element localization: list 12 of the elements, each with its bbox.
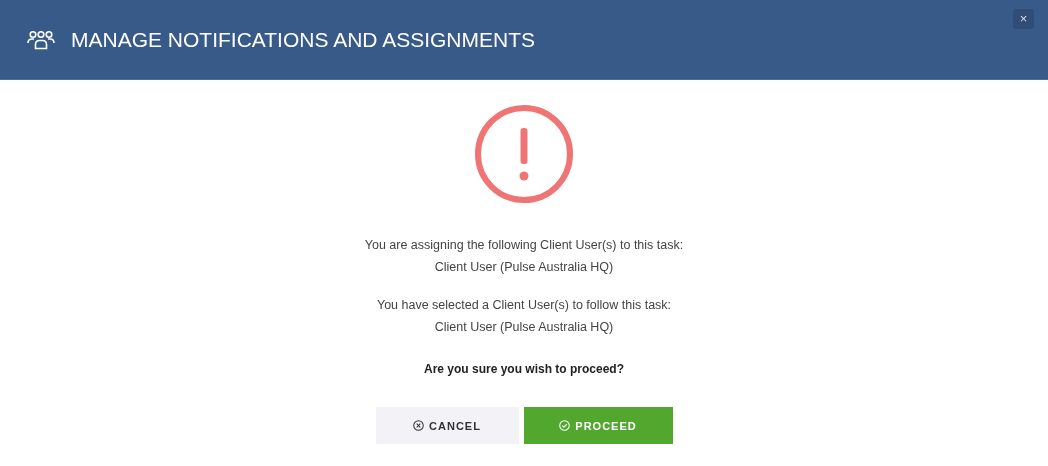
check-circle-icon [559, 420, 571, 431]
close-circle-icon [413, 420, 425, 431]
window-title: MANAGE NOTIFICATIONS AND ASSIGNMENTS [71, 27, 535, 52]
confirmation-question: Are you sure you wish to proceed? [423, 361, 624, 378]
cancel-button[interactable]: CANCEL [375, 407, 519, 444]
users-icon [27, 29, 55, 50]
message-text: Client User (Pulse Australia HQ) [433, 259, 615, 276]
close-button[interactable]: × [1013, 9, 1034, 29]
message-text: You have selected a Client User(s) to follow this task: [376, 297, 672, 314]
message-text: Client User (Pulse Australia HQ) [433, 319, 615, 336]
message-text: You are assigning the following Client User(s) to this task: [364, 237, 684, 254]
warning-icon [474, 104, 574, 204]
